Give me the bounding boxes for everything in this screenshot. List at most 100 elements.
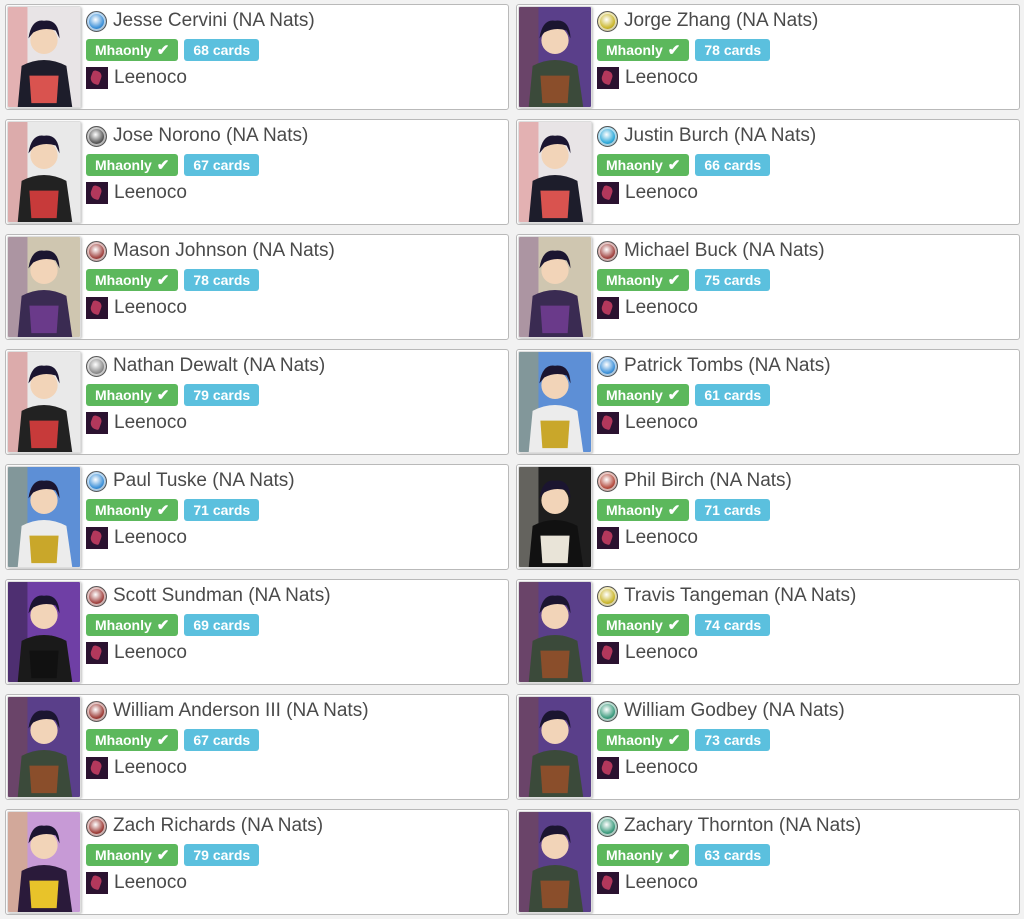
deck-card-9[interactable]: Paul Tuske (NA Nats) Mhaonly ✔ 71 cards L… — [5, 464, 509, 570]
checkmark-icon: ✔ — [156, 272, 170, 289]
aizawa-portrait-icon[interactable] — [7, 351, 81, 453]
character-name[interactable]: Leenoco — [625, 872, 698, 894]
player-line: Zach Richards (NA Nats) — [86, 814, 323, 838]
format-label: Mhaonly — [95, 617, 152, 633]
overhaul-portrait-icon[interactable] — [518, 6, 592, 108]
player-name[interactable]: Phil Birch (NA Nats) — [624, 470, 792, 492]
player-line: Phil Birch (NA Nats) — [597, 469, 792, 493]
deck-card-1[interactable]: Jesse Cervini (NA Nats) Mhaonly ✔ 68 card… — [5, 4, 509, 110]
life-symbol-icon — [597, 700, 618, 722]
player-name[interactable]: Nathan Dewalt (NA Nats) — [113, 355, 325, 377]
character-name[interactable]: Leenoco — [625, 297, 698, 319]
deck-card-10[interactable]: Phil Birch (NA Nats) Mhaonly ✔ 71 cards L… — [516, 464, 1020, 570]
player-name[interactable]: Patrick Tombs (NA Nats) — [624, 355, 831, 377]
character-name[interactable]: Leenoco — [114, 412, 187, 434]
jirou-portrait-icon[interactable] — [7, 6, 81, 108]
deck-card-6[interactable]: Michael Buck (NA Nats) Mhaonly ✔ 75 cards… — [516, 234, 1020, 340]
character-line: Leenoco — [86, 67, 187, 89]
deck-card-11[interactable]: Scott Sundman (NA Nats) Mhaonly ✔ 69 card… — [5, 579, 509, 685]
deck-card-3[interactable]: Jose Norono (NA Nats) Mhaonly ✔ 67 cards … — [5, 119, 509, 225]
player-name[interactable]: Zachary Thornton (NA Nats) — [624, 815, 861, 837]
deck-badges: Mhaonly ✔ 74 cards — [597, 614, 771, 636]
format-label: Mhaonly — [95, 272, 152, 288]
deck-card-5[interactable]: Mason Johnson (NA Nats) Mhaonly ✔ 78 card… — [5, 234, 509, 340]
player-name[interactable]: William Godbey (NA Nats) — [624, 700, 845, 722]
mirio-portrait-icon[interactable] — [518, 351, 592, 453]
tamaki-portrait-icon[interactable] — [518, 236, 592, 338]
character-icon — [86, 67, 108, 89]
player-name[interactable]: Scott Sundman (NA Nats) — [113, 585, 331, 607]
player-line: Michael Buck (NA Nats) — [597, 239, 825, 263]
player-line: Justin Burch (NA Nats) — [597, 124, 816, 148]
card-count-badge: 61 cards — [695, 384, 771, 406]
checkmark-icon: ✔ — [667, 42, 681, 59]
character-icon — [597, 412, 619, 434]
character-name[interactable]: Leenoco — [114, 182, 187, 204]
checkmark-icon: ✔ — [667, 847, 681, 864]
jirou-portrait-icon[interactable] — [518, 121, 592, 223]
player-name[interactable]: William Anderson III (NA Nats) — [113, 700, 369, 722]
character-icon — [597, 642, 619, 664]
format-label: Mhaonly — [606, 617, 663, 633]
deck-list-grid: Jesse Cervini (NA Nats) Mhaonly ✔ 68 card… — [5, 4, 1020, 915]
player-line: William Anderson III (NA Nats) — [86, 699, 369, 723]
fire-symbol-icon — [86, 815, 107, 837]
deck-card-4[interactable]: Justin Burch (NA Nats) Mhaonly ✔ 66 cards… — [516, 119, 1020, 225]
deck-card-16[interactable]: Zachary Thornton (NA Nats) Mhaonly ✔ 63 c… — [516, 809, 1020, 915]
card-count-badge: 74 cards — [695, 614, 771, 636]
character-name[interactable]: Leenoco — [114, 527, 187, 549]
player-name[interactable]: Travis Tangeman (NA Nats) — [624, 585, 856, 607]
life-symbol-icon — [597, 815, 618, 837]
character-icon — [86, 527, 108, 549]
character-name[interactable]: Leenoco — [114, 642, 187, 664]
player-name[interactable]: Jorge Zhang (NA Nats) — [624, 10, 818, 32]
player-name[interactable]: Michael Buck (NA Nats) — [624, 240, 825, 262]
player-name[interactable]: Justin Burch (NA Nats) — [624, 125, 816, 147]
player-name[interactable]: Jose Norono (NA Nats) — [113, 125, 308, 147]
deck-card-12[interactable]: Travis Tangeman (NA Nats) Mhaonly ✔ 74 ca… — [516, 579, 1020, 685]
overhaul-portrait-icon[interactable] — [7, 696, 81, 798]
character-name[interactable]: Leenoco — [114, 757, 187, 779]
character-name[interactable]: Leenoco — [625, 67, 698, 89]
deck-card-7[interactable]: Nathan Dewalt (NA Nats) Mhaonly ✔ 79 card… — [5, 349, 509, 455]
tamaki-portrait-icon[interactable] — [7, 236, 81, 338]
overhaul-portrait-icon[interactable] — [518, 811, 592, 913]
character-name[interactable]: Leenoco — [114, 297, 187, 319]
character-name[interactable]: Leenoco — [625, 527, 698, 549]
character-line: Leenoco — [597, 642, 698, 664]
deck-card-2[interactable]: Jorge Zhang (NA Nats) Mhaonly ✔ 78 cards … — [516, 4, 1020, 110]
chronostasis-portrait-icon[interactable] — [518, 466, 592, 568]
format-badge: Mhaonly ✔ — [597, 614, 690, 636]
character-name[interactable]: Leenoco — [625, 182, 698, 204]
player-line: Scott Sundman (NA Nats) — [86, 584, 331, 608]
overhaul-portrait-icon[interactable] — [518, 696, 592, 798]
mirio-portrait-icon[interactable] — [7, 466, 81, 568]
mineta-portrait-icon[interactable] — [7, 811, 81, 913]
deck-badges: Mhaonly ✔ 75 cards — [597, 269, 771, 291]
deck-badges: Mhaonly ✔ 78 cards — [86, 269, 260, 291]
allforone-portrait-icon[interactable] — [7, 581, 81, 683]
player-name[interactable]: Paul Tuske (NA Nats) — [113, 470, 295, 492]
aizawa-portrait-icon[interactable] — [7, 121, 81, 223]
deck-card-15[interactable]: Zach Richards (NA Nats) Mhaonly ✔ 79 card… — [5, 809, 509, 915]
deck-badges: Mhaonly ✔ 66 cards — [597, 154, 771, 176]
character-name[interactable]: Leenoco — [625, 642, 698, 664]
format-badge: Mhaonly ✔ — [86, 39, 179, 61]
format-badge: Mhaonly ✔ — [597, 729, 690, 751]
deck-card-13[interactable]: William Anderson III (NA Nats) Mhaonly ✔ … — [5, 694, 509, 800]
character-line: Leenoco — [597, 412, 698, 434]
player-name[interactable]: Jesse Cervini (NA Nats) — [113, 10, 315, 32]
card-count-badge: 69 cards — [184, 614, 260, 636]
checkmark-icon: ✔ — [156, 42, 170, 59]
character-name[interactable]: Leenoco — [114, 67, 187, 89]
character-name[interactable]: Leenoco — [625, 757, 698, 779]
character-name[interactable]: Leenoco — [625, 412, 698, 434]
character-name[interactable]: Leenoco — [114, 872, 187, 894]
water-symbol-icon — [597, 125, 618, 147]
character-line: Leenoco — [86, 527, 187, 549]
overhaul-portrait-icon[interactable] — [518, 581, 592, 683]
deck-card-8[interactable]: Patrick Tombs (NA Nats) Mhaonly ✔ 61 card… — [516, 349, 1020, 455]
player-name[interactable]: Zach Richards (NA Nats) — [113, 815, 323, 837]
player-name[interactable]: Mason Johnson (NA Nats) — [113, 240, 335, 262]
deck-card-14[interactable]: William Godbey (NA Nats) Mhaonly ✔ 73 car… — [516, 694, 1020, 800]
